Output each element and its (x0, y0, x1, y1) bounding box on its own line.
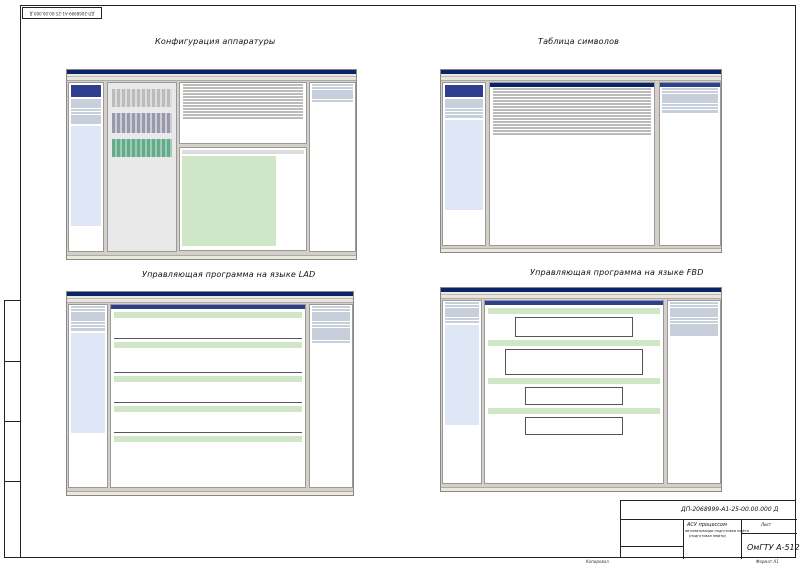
hw-module-info (179, 147, 307, 251)
hw-module-table (179, 82, 307, 144)
screenshot-fbd-program (440, 287, 722, 492)
caption-hardware: Конфигурация аппаратуры (155, 37, 276, 46)
drawing-sheet: ДП-2068999-А1-25-00.00.000 Д Конфигураци… (0, 0, 800, 565)
doc-code: ДП-2068999-А1-25-00.00.000 Д (681, 506, 779, 513)
screenshot-symbol-table (440, 69, 722, 253)
title-line1: АСУ процессом (687, 522, 727, 528)
left-margin-strip (4, 300, 20, 558)
sheet-label: Лист (761, 522, 772, 527)
hw-catalog (309, 82, 356, 252)
lad-instruction-tree (309, 304, 353, 488)
fbd-instruction-tree (667, 300, 721, 484)
screenshot-hardware-config (66, 69, 357, 260)
sym-table (489, 82, 655, 246)
caption-symbols: Таблица символов (538, 37, 620, 46)
fbd-project-tree (442, 300, 482, 484)
lad-project-tree (68, 304, 108, 488)
footer-copied: Копировал (586, 559, 609, 564)
sym-catalog (659, 82, 721, 246)
lad-editor (110, 304, 306, 488)
caption-lad: Управляющая программа на языке LAD (142, 270, 316, 279)
title-line2: автоматизации подготовки нефти (685, 529, 749, 533)
fbd-editor (484, 300, 664, 484)
title-block: ДП-2068999-А1-25-00.00.000 Д АСУ процесс… (620, 500, 800, 559)
org-label: ОмГТУ А-512 (747, 543, 800, 552)
caption-fbd: Управляющая программа на языке FBD (530, 268, 704, 277)
hw-project-tree (68, 82, 104, 252)
title-line3: (подготовка нефти) (689, 534, 726, 538)
screenshot-lad-program (66, 291, 354, 496)
hw-rack-view (107, 82, 177, 252)
top-left-stamp: ДП-2068999-А1-25-00.00.000 Д (22, 7, 102, 19)
sym-project-tree (442, 82, 486, 246)
footer-format: Формат А1 (756, 559, 779, 564)
